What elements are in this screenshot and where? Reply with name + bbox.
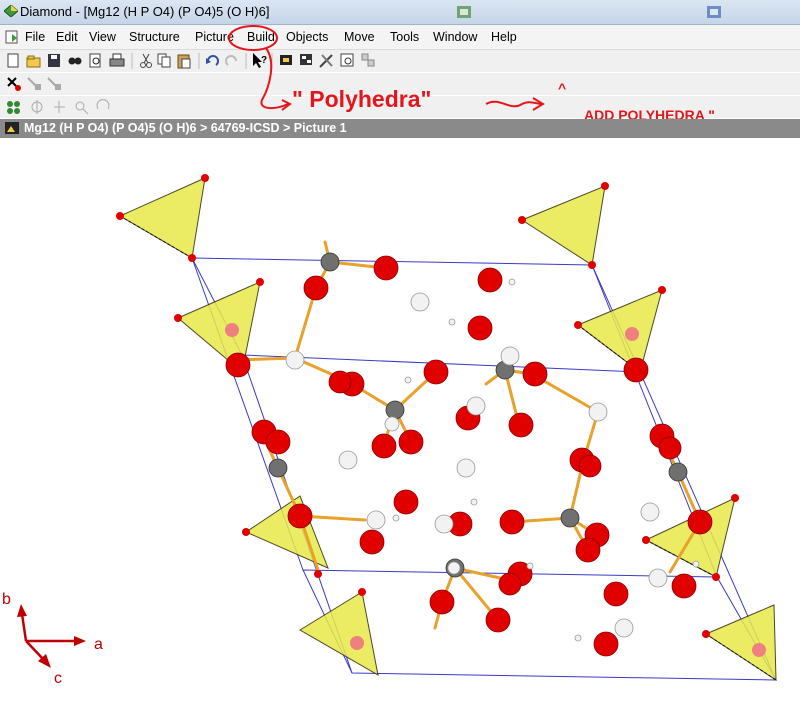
document-path: Mg12 (H P O4) (P O4)5 (O H)6 > 64769-ICS… [24, 121, 347, 135]
structure-viewport[interactable]: a b c [0, 139, 800, 704]
polyhedron [704, 604, 777, 681]
polyhedron [520, 185, 606, 266]
axis-label-b: b [2, 591, 11, 608]
annotation-arrow [485, 100, 543, 108]
polyhedron [577, 289, 663, 373]
polyhedron [299, 591, 379, 676]
document-path-bar: Mg12 (H P O4) (P O4)5 (O H)6 > 64769-ICS… [0, 119, 800, 138]
polyhedra-annotation: " Polyhedra" [292, 86, 432, 112]
annotation-arrow [260, 47, 289, 110]
axis-indicator [17, 604, 86, 668]
picture-icon [5, 122, 19, 134]
polyhedron [244, 495, 329, 569]
axis-label-c: c [54, 670, 62, 687]
polyhedron [118, 177, 206, 259]
build-menu-highlight [228, 25, 278, 51]
axis-label-a: a [94, 636, 103, 653]
corner-atoms [116, 174, 739, 638]
caret-annotation: ^ [558, 80, 567, 96]
